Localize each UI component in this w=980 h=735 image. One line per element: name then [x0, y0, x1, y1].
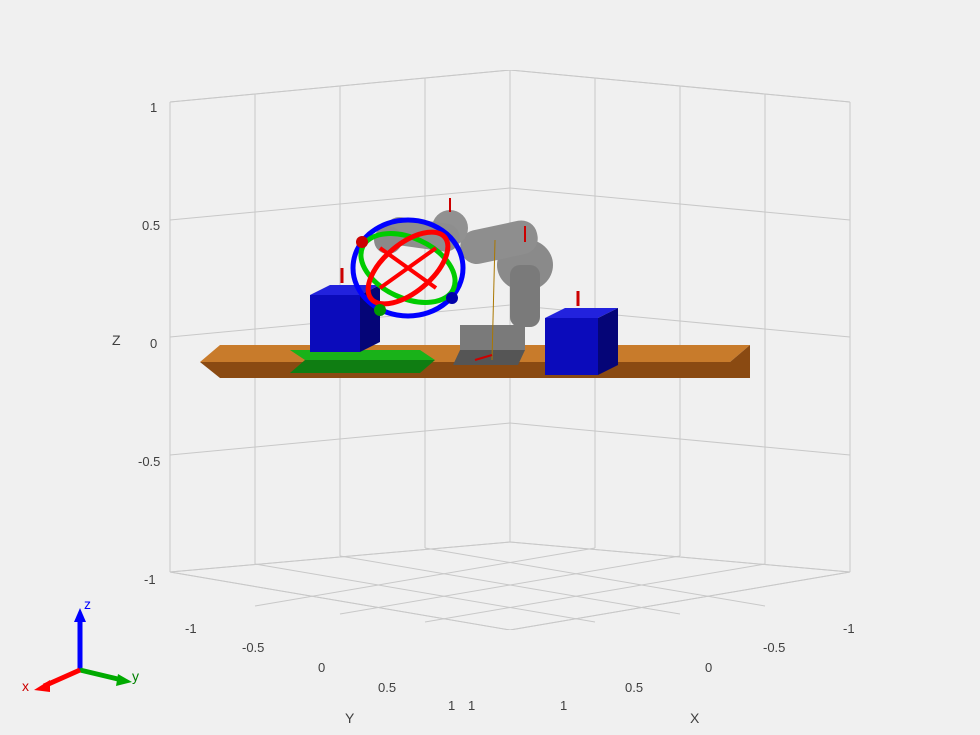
x-tick: 1 [560, 698, 567, 713]
y-tick: 1 [468, 698, 475, 713]
axes-3d[interactable] [130, 70, 890, 630]
x-tick: -0.5 [763, 640, 785, 655]
orient-z-label: z [84, 596, 91, 612]
y-tick: -0.5 [242, 640, 264, 655]
x-tick: 0.5 [625, 680, 643, 695]
x-tick: 0 [705, 660, 712, 675]
y-axis-label: Y [345, 710, 354, 726]
orient-x-label: x [22, 678, 29, 694]
y-tick: 0 [318, 660, 325, 675]
scene-svg [130, 70, 890, 630]
green-slab [290, 350, 435, 373]
orient-y-label: y [132, 668, 139, 684]
figure-window: Z 1 0.5 0 -0.5 -1 -1 -0.5 0 0.5 1 1 Y -1… [0, 0, 980, 735]
rotation-gizmo[interactable] [350, 219, 466, 317]
orientation-svg [20, 600, 140, 700]
gizmo-handle-blue[interactable] [446, 292, 458, 304]
z-axis-label: Z [112, 332, 121, 348]
view-orientation-widget[interactable]: z y x [20, 600, 140, 700]
y-tick: 1 [448, 698, 455, 713]
orient-y-axis [80, 670, 122, 680]
x-axis-label: X [690, 710, 699, 726]
gizmo-handle-green[interactable] [374, 304, 386, 316]
gizmo-handle-red[interactable] [356, 236, 368, 248]
y-tick: 0.5 [378, 680, 396, 695]
box-right [545, 291, 618, 375]
